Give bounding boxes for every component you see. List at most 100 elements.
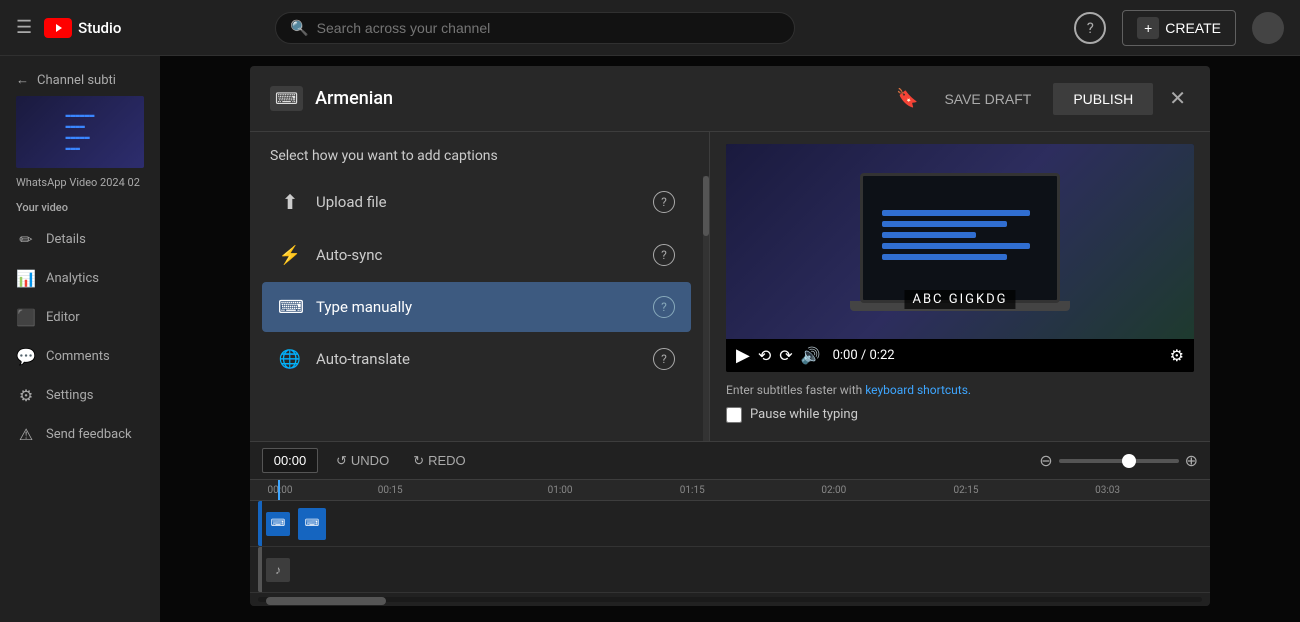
pause-while-typing-label[interactable]: Pause while typing — [750, 407, 858, 422]
comments-icon: 💬 — [16, 347, 36, 366]
video-settings-button[interactable]: ⚙ — [1170, 346, 1184, 366]
code-lines — [882, 210, 1037, 265]
zoom-in-button[interactable]: ⊕ — [1185, 451, 1198, 471]
option-autosync[interactable]: ⚡ Auto-sync ? — [262, 230, 691, 280]
laptop-visual — [726, 144, 1194, 339]
video-frame: ABC GIGKDG — [726, 144, 1194, 339]
time-display: 0:00 / 0:22 — [833, 348, 895, 363]
subtitle-track-row: ⌨ ⌨ — [250, 501, 1210, 547]
main-layout: ← Channel subti ▬▬▬▬▬▬▬▬▬▬▬▬▬▬▬▬▬▬ Whats… — [0, 56, 1300, 622]
thumb-code-visual: ▬▬▬▬▬▬▬▬▬▬▬▬▬▬▬▬▬▬ — [66, 110, 95, 155]
modal-overlay: ⌨ Armenian 🔖 SAVE DRAFT PUBLISH ✕ Select… — [160, 56, 1300, 622]
youtube-logo-icon — [44, 18, 72, 38]
modal-header-actions: 🔖 SAVE DRAFT PUBLISH ✕ — [892, 82, 1190, 115]
sidebar-item-analytics[interactable]: 📊 Analytics — [0, 259, 160, 298]
feedback-icon: ⚠ — [16, 425, 36, 444]
video-preview: ABC GIGKDG ▶ ⟲ ⟳ 🔊 0:00 / 0:22 — [726, 144, 1194, 372]
sidebar-item-details[interactable]: ✏ Details — [0, 220, 160, 259]
details-icon: ✏ — [16, 230, 36, 249]
audio-track-row: ♪ — [250, 547, 1210, 593]
code-line-1 — [882, 210, 1029, 216]
upload-help-icon[interactable]: ? — [653, 191, 675, 213]
timeline-tracks: ⌨ ⌨ ♪ — [250, 501, 1210, 593]
autosync-help-icon[interactable]: ? — [653, 244, 675, 266]
search-input[interactable] — [317, 20, 780, 36]
left-panel: Select how you want to add captions ⬆ Up… — [250, 132, 710, 441]
type-manually-label: Type manually — [316, 298, 653, 316]
timeline-scrollbar-thumb — [266, 597, 386, 605]
subtitle-block: ⌨ — [298, 508, 326, 540]
scrollbar-thumb — [703, 176, 709, 236]
timeline-scrollbar[interactable] — [258, 597, 1202, 602]
plus-icon: + — [1144, 20, 1152, 36]
help-button[interactable]: ? — [1074, 12, 1106, 44]
sidebar-item-feedback[interactable]: ⚠ Send feedback — [0, 415, 160, 454]
options-scrollbar[interactable] — [703, 176, 709, 441]
close-button[interactable]: ✕ — [1165, 82, 1190, 115]
video-controls: ▶ ⟲ ⟳ 🔊 0:00 / 0:22 ⚙ — [726, 339, 1194, 372]
menu-icon[interactable]: ☰ — [16, 17, 32, 38]
option-autotranslate[interactable]: 🌐 Auto-translate ? — [262, 334, 691, 384]
rewind-button[interactable]: ⟲ — [758, 346, 771, 366]
video-thumb-image: ▬▬▬▬▬▬▬▬▬▬▬▬▬▬▬▬▬▬ — [16, 96, 144, 168]
your-video-label: Your video — [0, 201, 160, 220]
sidebar-item-settings[interactable]: ⚙ Settings — [0, 376, 160, 415]
audio-track-left-bar — [258, 547, 262, 592]
details-label: Details — [46, 232, 86, 247]
zoom-slider[interactable] — [1059, 459, 1179, 463]
search-icon: 🔍 — [290, 19, 309, 37]
bookmark-button[interactable]: 🔖 — [892, 84, 922, 113]
audio-track-content[interactable] — [298, 554, 1202, 586]
timeline-area: 00:00 ↺ UNDO ↻ REDO ⊖ ⊕ — [250, 441, 1210, 606]
forward-button[interactable]: ⟳ — [779, 346, 792, 366]
pause-while-typing-checkbox[interactable] — [726, 407, 742, 423]
zoom-controls: ⊖ ⊕ — [1039, 451, 1198, 471]
publish-button[interactable]: PUBLISH — [1053, 83, 1153, 115]
search-bar[interactable]: 🔍 — [275, 12, 795, 44]
autotranslate-help-icon[interactable]: ? — [653, 348, 675, 370]
autosync-label: Auto-sync — [316, 246, 653, 264]
sidebar: ← Channel subti ▬▬▬▬▬▬▬▬▬▬▬▬▬▬▬▬▬▬ Whats… — [0, 56, 160, 622]
redo-icon: ↻ — [413, 453, 424, 469]
topbar-right: ? + CREATE — [1074, 10, 1284, 46]
code-line-4 — [882, 243, 1029, 249]
create-button[interactable]: + CREATE — [1122, 10, 1236, 46]
time-input[interactable]: 00:00 — [262, 448, 318, 473]
modal: ⌨ Armenian 🔖 SAVE DRAFT PUBLISH ✕ Select… — [250, 66, 1210, 606]
play-button[interactable]: ▶ — [736, 345, 750, 366]
options-list: ⬆ Upload file ? ⚡ Auto-sync ? — [250, 176, 703, 441]
ruler-mark-6: 03:03 — [1095, 485, 1120, 496]
sidebar-item-editor[interactable]: ⬛ Editor — [0, 298, 160, 337]
timeline-ruler: 00:00 00:15 01:00 01:15 02:00 02:15 03:0… — [250, 480, 1210, 501]
feedback-label: Send feedback — [46, 427, 132, 442]
comments-label: Comments — [46, 349, 110, 364]
undo-button[interactable]: ↺ UNDO — [330, 449, 395, 473]
option-upload-file[interactable]: ⬆ Upload file ? — [262, 176, 691, 228]
create-label: CREATE — [1165, 20, 1221, 36]
avatar[interactable] — [1252, 12, 1284, 44]
settings-icon: ⚙ — [16, 386, 36, 405]
keyboard-shortcuts-link[interactable]: keyboard shortcuts. — [865, 383, 971, 397]
sidebar-video-thumbnail: ▬▬▬▬▬▬▬▬▬▬▬▬▬▬▬▬▬▬ — [16, 96, 144, 168]
modal-title: Armenian — [315, 88, 880, 109]
music-icon: ♪ — [275, 563, 281, 577]
redo-button[interactable]: ↻ REDO — [407, 449, 471, 473]
upload-icon: ⬆ — [278, 190, 302, 214]
editor-label: Editor — [46, 310, 80, 325]
zoom-out-button[interactable]: ⊖ — [1039, 451, 1052, 471]
right-panel: ABC GIGKDG ▶ ⟲ ⟳ 🔊 0:00 / 0:22 — [710, 132, 1210, 441]
sidebar-nav: ✏ Details 📊 Analytics ⬛ Editor 💬 Comment… — [0, 220, 160, 454]
video-caption-bar: ABC GIGKDG — [904, 290, 1015, 309]
subtitle-track-content[interactable]: ⌨ — [298, 508, 1202, 540]
option-type-manually[interactable]: ⌨ Type manually ? — [262, 282, 691, 332]
sidebar-item-comments[interactable]: 💬 Comments — [0, 337, 160, 376]
volume-button[interactable]: 🔊 — [801, 346, 821, 366]
content-area: ⌨ Armenian 🔖 SAVE DRAFT PUBLISH ✕ Select… — [160, 56, 1300, 622]
autosync-icon: ⚡ — [278, 245, 302, 266]
topbar: ☰ Studio 🔍 ? + CREATE — [0, 0, 1300, 56]
redo-label: REDO — [428, 453, 466, 468]
type-manually-help-icon[interactable]: ? — [653, 296, 675, 318]
back-button[interactable]: ← Channel subti — [0, 64, 160, 96]
save-draft-button[interactable]: SAVE DRAFT — [934, 85, 1041, 113]
modal-header: ⌨ Armenian 🔖 SAVE DRAFT PUBLISH ✕ — [250, 66, 1210, 132]
